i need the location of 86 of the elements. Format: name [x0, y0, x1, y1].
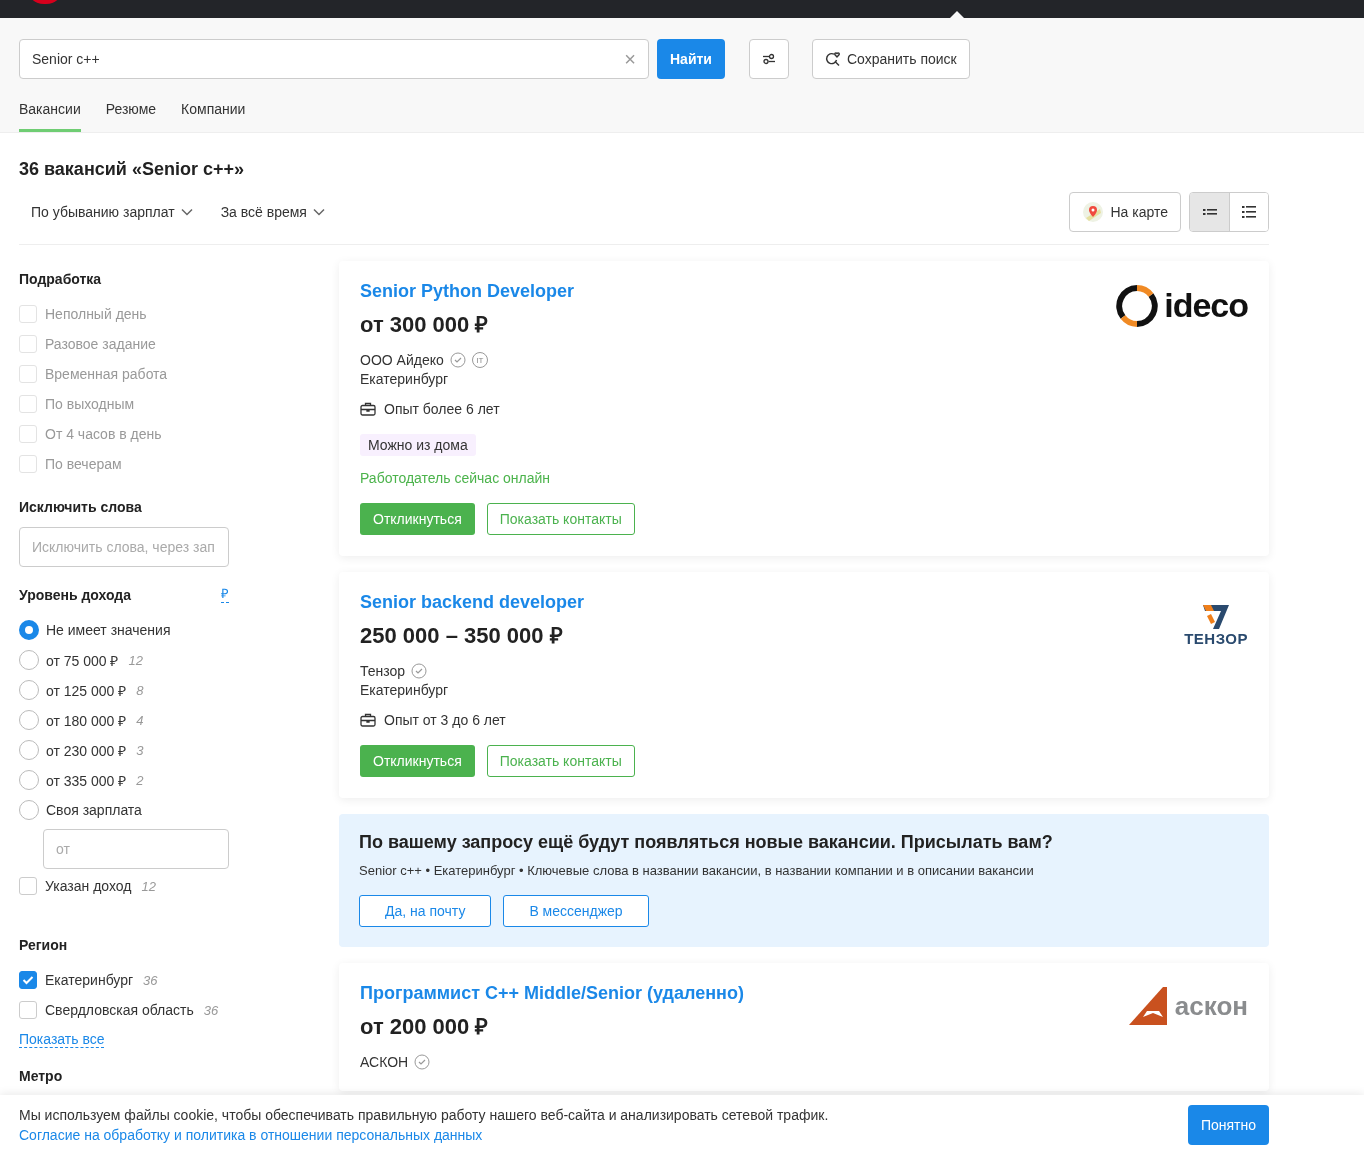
count: 12 — [141, 878, 156, 894]
company-name[interactable]: ООО Айдеко — [360, 352, 444, 368]
checkbox-label[interactable]: Екатеринбург — [45, 972, 134, 988]
company-logo[interactable]: ideco — [1116, 281, 1248, 327]
radio-button[interactable] — [19, 770, 39, 790]
checkbox[interactable] — [19, 877, 37, 895]
checkbox-label[interactable]: Указан доход — [45, 878, 132, 894]
salary-field[interactable]: от — [43, 829, 229, 869]
ring-logo-icon — [1116, 285, 1159, 327]
experience: Опыт от 3 до 6 лет — [384, 712, 506, 728]
radio-label[interactable]: Своя зарплата — [46, 802, 142, 818]
vacancy-title-link[interactable]: Senior Python Developer — [360, 281, 635, 302]
chevron-icon — [180, 208, 193, 216]
briefcase-icon — [360, 402, 376, 416]
tab[interactable]: Резюме — [105, 99, 157, 132]
radio-button[interactable] — [19, 710, 39, 730]
radio-label[interactable]: от 125 000 ₽ — [46, 680, 127, 700]
count: 36 — [143, 972, 158, 988]
search-button[interactable]: Найти — [657, 39, 725, 79]
filter-button[interactable] — [748, 39, 789, 79]
radio-label[interactable]: от 335 000 ₽ — [46, 770, 127, 790]
salary: от 300 000 ₽ — [360, 311, 490, 338]
list-icon — [1242, 206, 1256, 218]
checkbox-label[interactable]: Свердловская область — [45, 1002, 194, 1018]
save-search-button[interactable]: Сохранить поиск — [811, 39, 970, 79]
search-field[interactable]: Senior c++ × — [19, 39, 649, 79]
radio-button[interactable] — [19, 650, 39, 670]
vacancy-title-link[interactable]: Senior backend developer — [360, 592, 635, 613]
radio-label[interactable]: от 180 000 ₽ — [46, 710, 127, 730]
salary: от 200 000 ₽ — [360, 1013, 490, 1040]
accept-button[interactable]: Понятно — [1187, 1104, 1269, 1145]
vacancy-title-link[interactable]: Программист C++ Middle/Senior (удаленно) — [360, 983, 744, 1004]
sliders-icon — [761, 53, 776, 65]
remote-tag: Можно из дома — [360, 434, 476, 456]
seven-logo-icon — [1201, 604, 1232, 630]
search-heart-icon — [824, 51, 841, 67]
company-logo[interactable]: ТЕНЗОР — [1184, 592, 1248, 647]
company-name[interactable]: АСКОН — [360, 1054, 409, 1070]
filter-heading: Метро — [19, 1068, 64, 1084]
radio-label[interactable]: от 75 000 ₽ — [46, 650, 119, 670]
radio-label[interactable]: от 230 000 ₽ — [46, 740, 127, 760]
map-button[interactable]: На карте — [1069, 192, 1181, 232]
chevron-icon — [312, 208, 325, 216]
tab[interactable]: Вакансии — [19, 99, 81, 132]
subscribe-description: Senior c++ • Екатеринбург • Ключевые слова в названии вакансии, в названии компании и в описании вакансии — [359, 863, 1035, 878]
experience: Опыт более 6 лет — [384, 401, 500, 417]
count: 2 — [136, 772, 144, 788]
email-button[interactable]: Да, на почту — [359, 895, 492, 927]
online-status: Работодатель сейчас онлайн — [360, 470, 552, 486]
briefcase-icon — [360, 713, 376, 727]
list-view-button[interactable] — [1229, 193, 1268, 231]
filter-heading: Подработка — [19, 271, 103, 287]
messenger-button[interactable]: В мессенджер — [503, 895, 649, 927]
count: 36 — [203, 1002, 219, 1018]
map-pin-icon — [1082, 201, 1105, 223]
compact-list-icon — [1202, 207, 1217, 217]
cookie-text: Мы используем файлы cookie, чтобы обеспечивать правильную работу нашего веб-сайта и анализировать сетевой трафик. — [19, 1106, 829, 1123]
triangle-logo-icon — [1128, 987, 1169, 1025]
filter-heading: Регион — [19, 937, 69, 953]
city: Екатеринбург — [360, 682, 450, 698]
count: 12 — [128, 652, 143, 668]
results-title: 36 вакансий «Senior c++» — [19, 159, 245, 180]
tab[interactable]: Компании — [181, 99, 246, 132]
salary: 250 000 – 350 000 ₽ — [360, 622, 564, 649]
sort-dropdown[interactable]: По убыванию зарплат — [31, 204, 193, 220]
filter-heading: Уровень дохода — [19, 587, 131, 603]
radio-button[interactable] — [19, 740, 39, 760]
count: 8 — [136, 682, 144, 698]
radio-button[interactable] — [19, 620, 39, 640]
exclude-words-field[interactable]: Исключить слова, через зап — [19, 527, 229, 567]
radio-button[interactable] — [19, 680, 39, 700]
currency-link[interactable]: ₽ — [221, 587, 229, 603]
checkbox[interactable] — [19, 971, 37, 989]
radio-button[interactable] — [19, 800, 39, 820]
sort-dropdown[interactable]: За всё время — [220, 204, 325, 220]
count: 3 — [136, 742, 144, 758]
show-all-link[interactable]: Показать все — [19, 1031, 105, 1048]
count: 4 — [136, 712, 144, 728]
filter-heading: Исключить слова — [19, 499, 143, 515]
checkbox[interactable] — [19, 1001, 37, 1019]
radio-label[interactable]: Не имеет значения — [46, 622, 171, 638]
check-icon — [22, 975, 34, 985]
company-name[interactable]: Тензор — [360, 663, 406, 679]
privacy-link[interactable]: Согласие на обработку и политика в отношении персональных данных — [19, 1126, 829, 1143]
subscribe-title: По вашему запросу ещё будут появляться новые вакансии. Присылать вам? — [359, 832, 1054, 853]
city: Екатеринбург — [360, 371, 450, 387]
